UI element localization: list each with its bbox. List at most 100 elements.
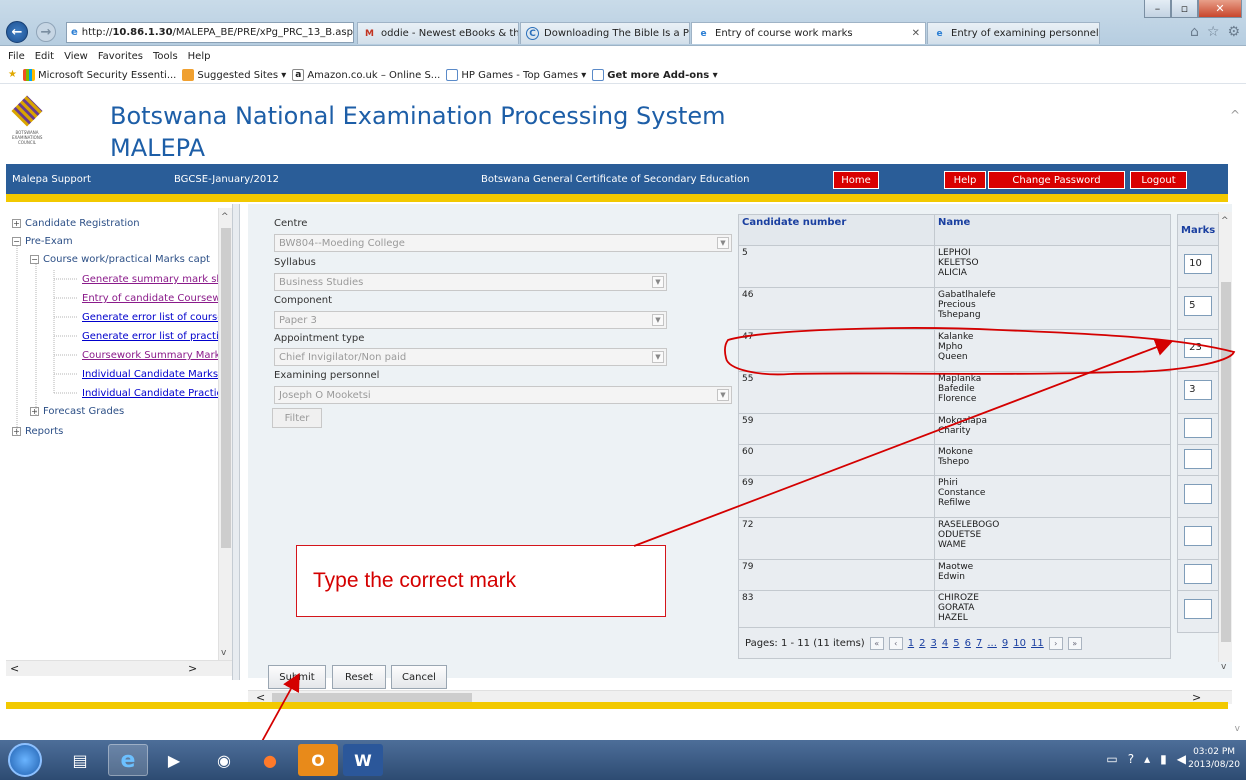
- mark-input[interactable]: 3: [1184, 380, 1213, 400]
- page-scroll-up-icon[interactable]: ^: [1230, 108, 1240, 122]
- address-bar[interactable]: e http://10.86.1.30/MALEPA_BE/PRE/xPg_PR…: [66, 22, 354, 43]
- home-icon[interactable]: ⌂: [1190, 24, 1199, 40]
- scroll-up-icon[interactable]: ^: [221, 212, 229, 222]
- help-tray-icon[interactable]: ?: [1128, 752, 1134, 766]
- scroll-thumb[interactable]: [221, 228, 231, 548]
- menu-edit[interactable]: Edit: [35, 51, 54, 62]
- page-link[interactable]: 6: [965, 638, 971, 649]
- pane-splitter[interactable]: [232, 204, 240, 680]
- filter-button[interactable]: Filter: [272, 408, 322, 428]
- chevron-down-icon[interactable]: ▼: [717, 389, 729, 401]
- tab-oddie[interactable]: M oddie - Newest eBooks & the ...: [357, 22, 519, 44]
- keyboard-icon[interactable]: ▭: [1106, 752, 1117, 766]
- scroll-up-icon[interactable]: ^: [1221, 216, 1229, 226]
- clock[interactable]: 03:02 PM 2013/08/20: [1188, 746, 1240, 772]
- cancel-button[interactable]: Cancel: [391, 665, 447, 689]
- scroll-right-icon[interactable]: >: [188, 662, 197, 675]
- mark-input[interactable]: [1184, 418, 1213, 438]
- component-select[interactable]: Paper 3 ▼: [274, 311, 667, 329]
- word-icon[interactable]: W: [343, 744, 383, 776]
- page-link[interactable]: 11: [1031, 638, 1044, 649]
- page-scroll-down-icon[interactable]: v: [1235, 724, 1240, 734]
- scroll-down-icon[interactable]: v: [221, 648, 226, 658]
- first-page-icon[interactable]: «: [869, 636, 884, 650]
- tree-vertical-scrollbar[interactable]: ^ v: [218, 208, 232, 660]
- menu-file[interactable]: File: [8, 51, 25, 62]
- internet-explorer-icon[interactable]: e: [108, 744, 148, 776]
- fav-suggested-sites[interactable]: Suggested Sites ▾: [182, 68, 286, 81]
- syllabus-select[interactable]: Business Studies ▼: [274, 273, 667, 291]
- menu-tools[interactable]: Tools: [153, 51, 178, 62]
- page-link[interactable]: 5: [953, 638, 959, 649]
- mark-input[interactable]: 23: [1184, 338, 1213, 358]
- maximize-button[interactable]: ▫: [1171, 0, 1198, 18]
- change-password-button[interactable]: Change Password: [988, 171, 1125, 189]
- flame-app-icon[interactable]: ●: [250, 744, 290, 776]
- minimize-button[interactable]: –: [1144, 0, 1171, 18]
- fav-amazon[interactable]: a Amazon.co.uk – Online S...: [292, 68, 440, 81]
- scroll-thumb[interactable]: [272, 693, 472, 702]
- favorites-star-icon[interactable]: ★: [8, 69, 17, 80]
- page-link[interactable]: 3: [930, 638, 936, 649]
- tab-entry-course-work[interactable]: e Entry of course work marks ✕: [691, 22, 926, 44]
- mark-input[interactable]: [1184, 484, 1213, 504]
- scroll-down-icon[interactable]: v: [1221, 662, 1226, 672]
- gear-icon[interactable]: ⚙: [1227, 24, 1240, 40]
- fav-hp-games[interactable]: HP Games - Top Games ▾: [446, 68, 586, 81]
- favorites-star-icon[interactable]: ☆: [1207, 24, 1220, 40]
- prev-page-icon[interactable]: ‹: [888, 636, 903, 650]
- network-icon[interactable]: ▮: [1160, 752, 1167, 766]
- chevron-down-icon[interactable]: ▼: [652, 351, 664, 363]
- tab-entry-examining-personnel[interactable]: e Entry of examining personnel: [927, 22, 1100, 44]
- scroll-left-icon[interactable]: <: [10, 662, 19, 675]
- forward-button[interactable]: →: [36, 22, 56, 42]
- reset-button[interactable]: Reset: [332, 665, 386, 689]
- help-button[interactable]: Help: [944, 171, 986, 189]
- menu-view[interactable]: View: [64, 51, 88, 62]
- chevron-down-icon[interactable]: ▼: [717, 237, 729, 249]
- last-page-icon[interactable]: »: [1067, 636, 1082, 650]
- mark-input[interactable]: [1184, 449, 1213, 469]
- mark-input[interactable]: [1184, 526, 1213, 546]
- page-link[interactable]: 1: [908, 638, 914, 649]
- submit-button[interactable]: Submit: [268, 665, 326, 689]
- content-vertical-scrollbar[interactable]: ^ v: [1218, 212, 1232, 672]
- media-player-icon[interactable]: ▶: [154, 744, 194, 776]
- menu-help[interactable]: Help: [188, 51, 211, 62]
- fav-get-addons[interactable]: Get more Add-ons ▾: [592, 68, 718, 81]
- ie-page-icon: e: [71, 27, 78, 38]
- name-line: Florence: [938, 394, 977, 404]
- close-window-button[interactable]: ✕: [1198, 0, 1242, 18]
- page-link[interactable]: 7: [976, 638, 982, 649]
- start-button[interactable]: [8, 743, 42, 777]
- mark-input[interactable]: [1184, 564, 1213, 584]
- page-link[interactable]: 10: [1013, 638, 1026, 649]
- show-hidden-icons[interactable]: ▴: [1144, 752, 1150, 766]
- examining-personnel-select[interactable]: Joseph O Mooketsi ▼: [274, 386, 732, 404]
- office-app-icon[interactable]: O: [298, 744, 338, 776]
- close-tab-icon[interactable]: ✕: [912, 28, 920, 39]
- fav-security-essentials[interactable]: Microsoft Security Essenti...: [22, 68, 176, 81]
- hp-app-icon[interactable]: ◉: [204, 744, 244, 776]
- mark-input[interactable]: 10: [1184, 254, 1213, 274]
- chevron-down-icon[interactable]: ▼: [652, 314, 664, 326]
- menu-favorites[interactable]: Favorites: [98, 51, 143, 62]
- mark-input[interactable]: 5: [1184, 296, 1213, 316]
- page-link[interactable]: 9: [1002, 638, 1008, 649]
- page-link[interactable]: ...: [987, 638, 997, 649]
- appointment-type-select[interactable]: Chief Invigilator/Non paid ▼: [274, 348, 667, 366]
- scroll-thumb[interactable]: [1221, 282, 1231, 642]
- file-explorer-icon[interactable]: ▤: [60, 744, 100, 776]
- home-button[interactable]: Home: [833, 171, 879, 189]
- back-button[interactable]: ←: [6, 21, 28, 43]
- page-link[interactable]: 2: [919, 638, 925, 649]
- chevron-down-icon[interactable]: ▼: [652, 276, 664, 288]
- tree-horizontal-scrollbar[interactable]: < >: [6, 660, 232, 676]
- mark-input[interactable]: [1184, 599, 1213, 619]
- logout-button[interactable]: Logout: [1130, 171, 1187, 189]
- centre-select[interactable]: BW804--Moeding College ▼: [274, 234, 732, 252]
- volume-icon[interactable]: ◀: [1177, 752, 1186, 766]
- tab-bible[interactable]: C Downloading The Bible Is a Par...: [520, 22, 690, 44]
- page-link[interactable]: 4: [942, 638, 948, 649]
- next-page-icon[interactable]: ›: [1048, 636, 1063, 650]
